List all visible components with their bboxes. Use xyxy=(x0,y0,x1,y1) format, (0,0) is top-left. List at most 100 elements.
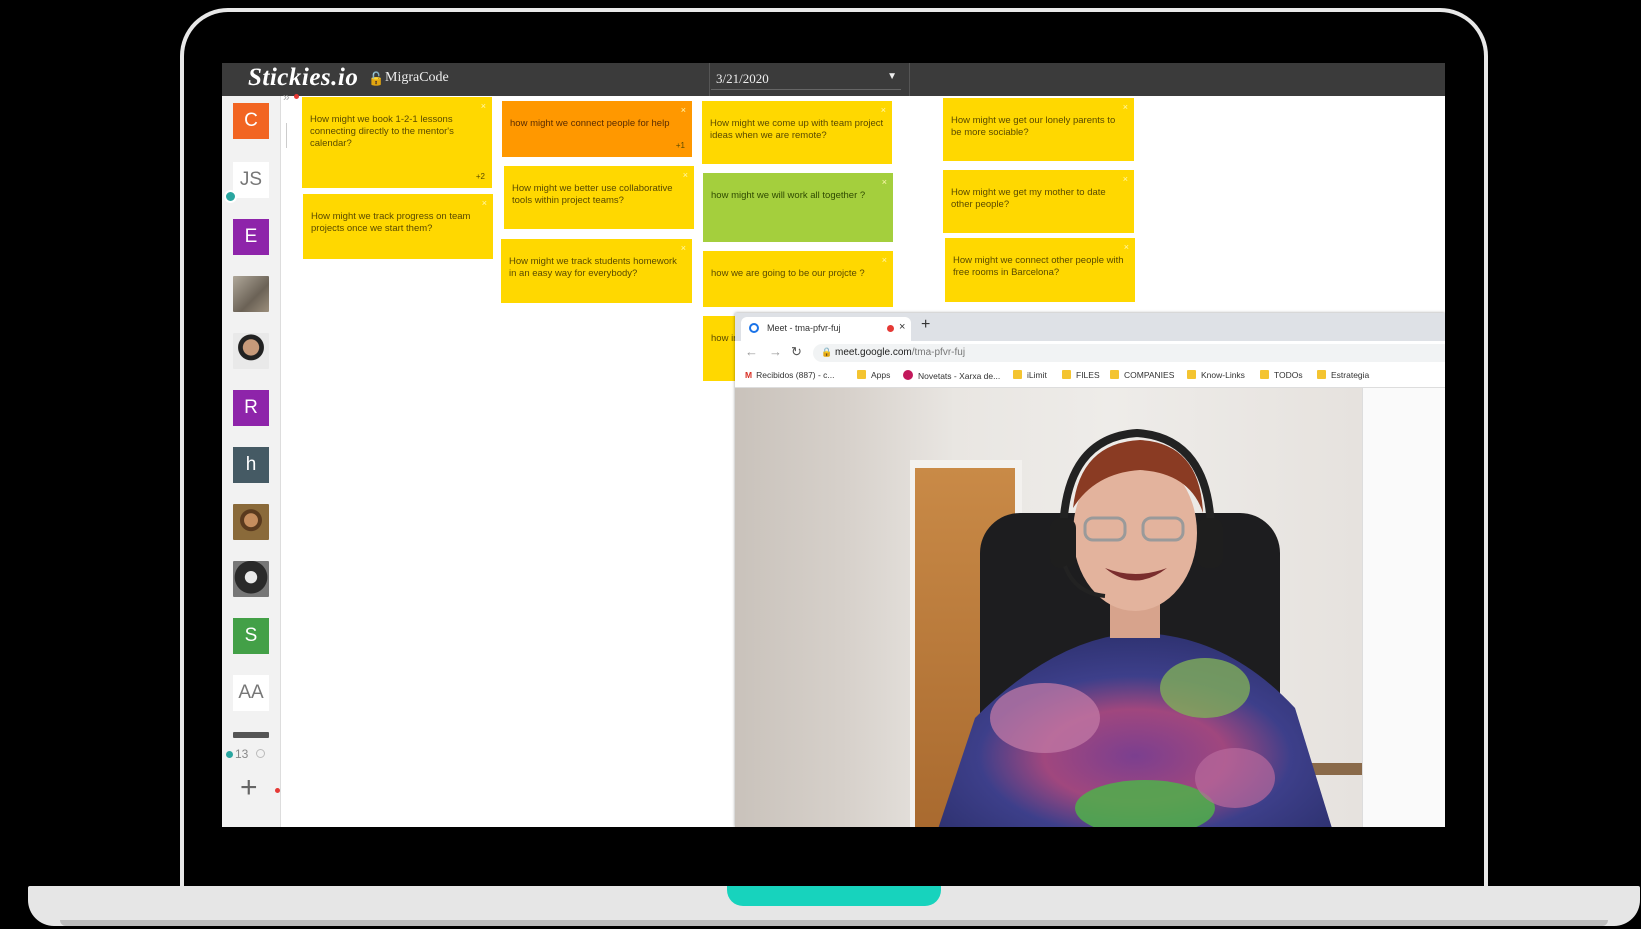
url-host: meet.google.com xyxy=(835,347,912,358)
avatar-photo[interactable] xyxy=(233,504,269,540)
vote-count: +2 xyxy=(475,172,485,181)
bookmark-label: Estrategia xyxy=(1331,370,1370,380)
sticky-note[interactable]: × How might we track students homework i… xyxy=(501,239,692,303)
lock-icon: 🔒 xyxy=(821,347,833,357)
note-text: how we are going to be our projcte ? xyxy=(711,268,865,279)
close-tab-icon[interactable]: × xyxy=(899,321,905,333)
online-indicator xyxy=(224,190,237,203)
sticky-note[interactable]: × How might we book 1-2-1 lessons connec… xyxy=(302,97,492,188)
avatar-c[interactable]: C xyxy=(233,103,269,139)
sticky-note[interactable]: × How might we better use collaborative … xyxy=(504,166,694,229)
bookmark-ilimit[interactable]: iLimit xyxy=(1013,370,1047,380)
avatar-photo[interactable] xyxy=(233,333,269,369)
avatar-h[interactable]: h xyxy=(233,447,269,483)
sticky-note[interactable]: × how might we will work all together ? xyxy=(703,173,893,242)
sticky-note[interactable]: × How might we track progress on team pr… xyxy=(303,194,493,259)
avatar-r[interactable]: R xyxy=(233,390,269,426)
online-count: 13 xyxy=(226,747,265,761)
bookmark-apps[interactable]: Apps xyxy=(857,370,890,380)
stickies-logo[interactable]: Stickies.io xyxy=(248,64,358,92)
laptop-screen: Stickies.io 🔓 MigraCode 3/21/2020 ▼ C JS… xyxy=(222,63,1445,827)
forward-icon[interactable]: → xyxy=(769,344,782,359)
close-icon[interactable]: × xyxy=(482,197,487,209)
folder-icon xyxy=(1317,370,1326,379)
close-icon[interactable]: × xyxy=(681,242,686,254)
column-divider xyxy=(286,123,287,148)
notification-dot xyxy=(275,788,280,793)
online-dot-icon xyxy=(226,751,233,758)
note-text: How might we come up with team project i… xyxy=(710,118,884,141)
avatar-js[interactable]: JS xyxy=(233,162,269,198)
sticky-note[interactable]: × how we are going to be our projcte ? xyxy=(703,251,893,307)
reload-icon[interactable]: ↻ xyxy=(791,344,802,360)
bookmark-label: iLimit xyxy=(1027,370,1047,380)
note-text: How might we connect other people with f… xyxy=(953,255,1124,278)
close-icon[interactable]: × xyxy=(481,100,486,112)
close-icon[interactable]: × xyxy=(1124,241,1129,253)
sticky-note[interactable]: × How might we connect other people with… xyxy=(945,238,1135,302)
caret-down-icon[interactable]: ▼ xyxy=(887,71,897,82)
recording-icon xyxy=(887,325,894,332)
collapse-toggle[interactable]: » xyxy=(283,90,290,104)
avatar-e[interactable]: E xyxy=(233,219,269,255)
note-text: How might we track students homework in … xyxy=(509,256,677,279)
bookmark-label: TODOs xyxy=(1274,370,1303,380)
close-icon[interactable]: × xyxy=(882,254,887,266)
avatar-photo[interactable] xyxy=(233,276,269,312)
folder-icon xyxy=(1187,370,1196,379)
add-user-icon[interactable]: + xyxy=(240,773,258,803)
meet-icon xyxy=(749,323,759,333)
meet-browser-window[interactable]: Meet - tma-pfvr-fuj × + ← → ↻ 🔒 meet.goo… xyxy=(735,313,1445,827)
sticky-note[interactable]: × How might we get my mother to date oth… xyxy=(943,170,1134,233)
back-icon[interactable]: ← xyxy=(745,344,758,359)
sticky-note[interactable]: × How might we get our lonely parents to… xyxy=(943,98,1134,161)
close-icon[interactable]: × xyxy=(881,104,886,116)
url-input[interactable]: 🔒 meet.google.com/tma-pfvr-fuj xyxy=(813,344,1445,362)
browser-tab[interactable]: Meet - tma-pfvr-fuj × xyxy=(741,317,911,341)
avatar-s[interactable]: S xyxy=(233,618,269,654)
sticky-note[interactable]: × how might we connect people for help +… xyxy=(502,101,692,157)
avatar-aa[interactable]: AA xyxy=(233,675,269,711)
date-selector[interactable]: 3/21/2020 ▼ xyxy=(711,69,901,90)
gmail-icon: M xyxy=(745,370,753,380)
toolbar-divider xyxy=(909,63,910,96)
close-icon[interactable]: × xyxy=(1123,173,1128,185)
avatar-label: R xyxy=(244,397,258,418)
board-name[interactable]: MigraCode xyxy=(385,70,449,86)
close-icon[interactable]: × xyxy=(681,104,686,116)
avatar-photo[interactable] xyxy=(233,732,269,738)
bookmark-estrategia[interactable]: Estrategia xyxy=(1317,370,1369,380)
avatar-photo[interactable] xyxy=(233,561,269,597)
note-text: How might we track progress on team proj… xyxy=(311,211,471,234)
note-text: how might we connect people for help xyxy=(510,118,670,129)
close-icon[interactable]: × xyxy=(1123,101,1128,113)
participant-video xyxy=(938,428,1332,827)
avatar-label: JS xyxy=(239,169,263,190)
bookmark-todos[interactable]: TODOs xyxy=(1260,370,1303,380)
folder-icon xyxy=(1110,370,1119,379)
sticky-note[interactable]: × How might we come up with team project… xyxy=(702,101,892,164)
laptop-base-shadow xyxy=(60,920,1608,926)
online-count-value: 13 xyxy=(235,747,249,761)
avatar-label: E xyxy=(244,226,258,247)
site-icon xyxy=(903,370,913,380)
bookmark-label: Recibidos (887) - c... xyxy=(756,370,835,380)
bookmark-files[interactable]: FILES xyxy=(1062,370,1100,380)
avatar-label: h xyxy=(245,454,257,475)
tab-title: Meet - tma-pfvr-fuj xyxy=(767,323,841,333)
bookmark-gmail[interactable]: M Recibidos (887) - c... xyxy=(745,370,835,380)
close-icon[interactable]: × xyxy=(683,169,688,181)
unlock-icon[interactable]: 🔓 xyxy=(368,71,384,87)
laptop-notch xyxy=(727,886,941,906)
meet-side-panel xyxy=(1362,388,1445,827)
new-tab-icon[interactable]: + xyxy=(921,316,930,334)
bookmark-novetats[interactable]: Novetats - Xarxa de... xyxy=(903,370,1000,381)
browser-tabstrip: Meet - tma-pfvr-fuj × + xyxy=(735,313,1445,341)
bookmark-companies[interactable]: COMPANIES xyxy=(1110,370,1174,380)
bookmark-know-links[interactable]: Know-Links xyxy=(1187,370,1245,380)
bookmark-label: Apps xyxy=(871,370,891,380)
avatar-label: AA xyxy=(238,682,264,703)
close-icon[interactable]: × xyxy=(882,176,887,188)
note-text: How might we better use collaborative to… xyxy=(512,183,673,206)
offline-dot-icon xyxy=(255,749,265,758)
